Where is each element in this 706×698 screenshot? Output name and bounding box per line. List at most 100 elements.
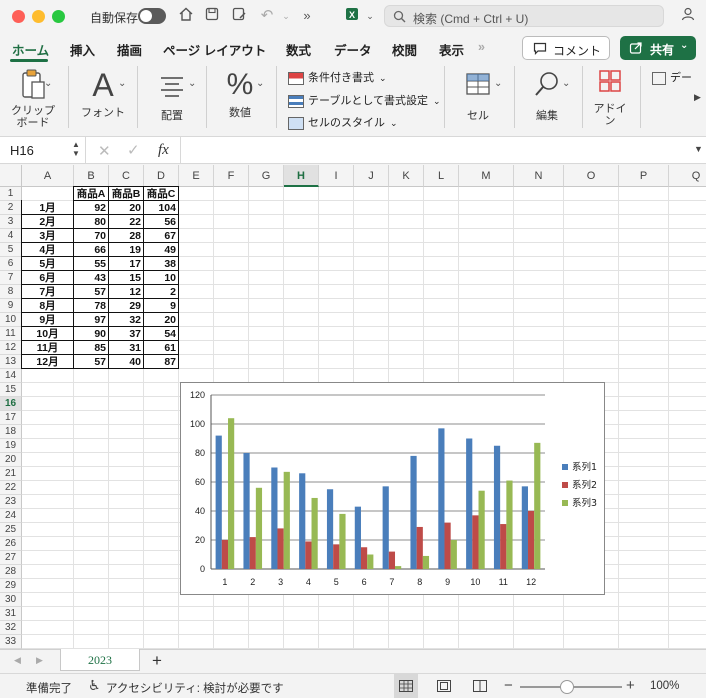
column-header-g[interactable]: G: [249, 165, 284, 187]
column-header-c[interactable]: C: [109, 165, 144, 187]
page-layout-view-button[interactable]: [432, 674, 456, 698]
row-header[interactable]: 25: [0, 523, 22, 537]
column-header-a[interactable]: A: [22, 165, 74, 187]
align-dropdown-icon[interactable]: ⌄: [188, 78, 196, 89]
row-header[interactable]: 24: [0, 509, 22, 523]
value-cell[interactable]: 17: [111, 257, 141, 271]
tab-home[interactable]: ホーム: [12, 40, 49, 59]
tab-view[interactable]: 表示: [439, 40, 464, 59]
zoom-out-icon[interactable]: −: [504, 677, 513, 694]
next-sheet-icon[interactable]: ▶: [36, 655, 43, 666]
zoom-in-icon[interactable]: +: [626, 677, 635, 694]
name-box-stepper-icon[interactable]: ▲ ▼: [72, 140, 80, 158]
ribbon-scroll-right-icon[interactable]: ▶: [694, 92, 701, 103]
save-as-icon[interactable]: [229, 6, 249, 26]
select-all-corner[interactable]: [0, 165, 22, 187]
value-cell[interactable]: 15: [111, 271, 141, 285]
zoom-slider[interactable]: [520, 680, 622, 694]
row-header[interactable]: 5: [0, 243, 22, 257]
more-tabs-icon[interactable]: »: [478, 40, 485, 54]
row-header[interactable]: 30: [0, 593, 22, 607]
column-header-h[interactable]: H: [284, 165, 319, 187]
file-dropdown-icon[interactable]: ⌄: [360, 6, 380, 26]
column-header-o[interactable]: O: [564, 165, 619, 187]
row-header[interactable]: 31: [0, 607, 22, 621]
search-box[interactable]: 検索 (Cmd + Ctrl + U): [384, 5, 664, 27]
value-cell[interactable]: 55: [76, 257, 106, 271]
row-header[interactable]: 26: [0, 537, 22, 551]
value-cell[interactable]: 29: [111, 299, 141, 313]
value-cell[interactable]: 104: [146, 201, 176, 215]
autosave-toggle[interactable]: [138, 8, 166, 24]
month-cell[interactable]: 8月: [24, 299, 71, 313]
zoom-level[interactable]: 100%: [650, 680, 679, 692]
value-cell[interactable]: 66: [76, 243, 106, 257]
minimize-window-button[interactable]: [32, 10, 45, 23]
column-header-l[interactable]: L: [424, 165, 459, 187]
clipboard-button[interactable]: クリップボード: [6, 66, 60, 130]
cells-button[interactable]: セル: [452, 66, 504, 130]
undo-icon[interactable]: ↶: [257, 6, 277, 26]
month-cell[interactable]: 1月: [24, 201, 71, 215]
account-icon[interactable]: [678, 6, 698, 26]
value-cell[interactable]: 20: [111, 201, 141, 215]
row-header[interactable]: 11: [0, 327, 22, 341]
row-header[interactable]: 32: [0, 621, 22, 635]
row-header[interactable]: 7: [0, 271, 22, 285]
table-format-button[interactable]: テーブルとして書式設定 ⌄: [288, 92, 441, 108]
add-sheet-button[interactable]: +: [152, 651, 162, 671]
value-cell[interactable]: 90: [76, 327, 106, 341]
font-dropdown-icon[interactable]: ⌄: [118, 78, 126, 89]
value-cell[interactable]: 85: [76, 341, 106, 355]
more-commands-icon[interactable]: »: [297, 6, 317, 26]
row-header[interactable]: 27: [0, 551, 22, 565]
conditional-format-button[interactable]: 条件付き書式 ⌄: [288, 69, 387, 85]
share-button[interactable]: 共有 ⌄: [620, 36, 696, 60]
zoom-window-button[interactable]: [52, 10, 65, 23]
sheet-tab-2023[interactable]: 2023: [60, 649, 140, 671]
page-break-view-button[interactable]: [468, 674, 492, 698]
month-cell[interactable]: 6月: [24, 271, 71, 285]
month-cell[interactable]: 2月: [24, 215, 71, 229]
value-cell[interactable]: 87: [146, 355, 176, 369]
row-header[interactable]: 2: [0, 201, 22, 215]
value-cell[interactable]: 38: [146, 257, 176, 271]
row-header[interactable]: 29: [0, 579, 22, 593]
column-header-f[interactable]: F: [214, 165, 249, 187]
value-cell[interactable]: 31: [111, 341, 141, 355]
column-header-m[interactable]: M: [459, 165, 514, 187]
cell-style-button[interactable]: セルのスタイル ⌄: [288, 114, 398, 130]
column-header-b[interactable]: B: [74, 165, 109, 187]
row-header[interactable]: 3: [0, 215, 22, 229]
value-cell[interactable]: 19: [111, 243, 141, 257]
column-header-n[interactable]: N: [514, 165, 564, 187]
row-header[interactable]: 12: [0, 341, 22, 355]
value-cell[interactable]: 80: [76, 215, 106, 229]
row-header[interactable]: 16: [0, 397, 22, 411]
tab-page-layout[interactable]: ページ レイアウト: [163, 40, 266, 59]
row-header[interactable]: 13: [0, 355, 22, 369]
value-cell[interactable]: 10: [146, 271, 176, 285]
row-header[interactable]: 19: [0, 439, 22, 453]
row-header[interactable]: 15: [0, 383, 22, 397]
value-cell[interactable]: 57: [76, 355, 106, 369]
value-cell[interactable]: 61: [146, 341, 176, 355]
row-header[interactable]: 17: [0, 411, 22, 425]
value-cell[interactable]: 56: [146, 215, 176, 229]
function-icon[interactable]: fx: [158, 142, 169, 159]
month-cell[interactable]: 11月: [24, 341, 71, 355]
font-button[interactable]: A フォント: [76, 66, 130, 130]
row-header[interactable]: 6: [0, 257, 22, 271]
month-cell[interactable]: 7月: [24, 285, 71, 299]
table-header-cell[interactable]: 商品C: [146, 187, 176, 201]
value-cell[interactable]: 28: [111, 229, 141, 243]
value-cell[interactable]: 92: [76, 201, 106, 215]
column-header-p[interactable]: P: [619, 165, 669, 187]
month-cell[interactable]: 9月: [24, 313, 71, 327]
row-header[interactable]: 33: [0, 635, 22, 649]
value-cell[interactable]: 78: [76, 299, 106, 313]
home-icon[interactable]: [176, 6, 196, 26]
row-header[interactable]: 8: [0, 285, 22, 299]
align-button[interactable]: 配置: [146, 66, 198, 130]
normal-view-button[interactable]: [394, 674, 418, 698]
